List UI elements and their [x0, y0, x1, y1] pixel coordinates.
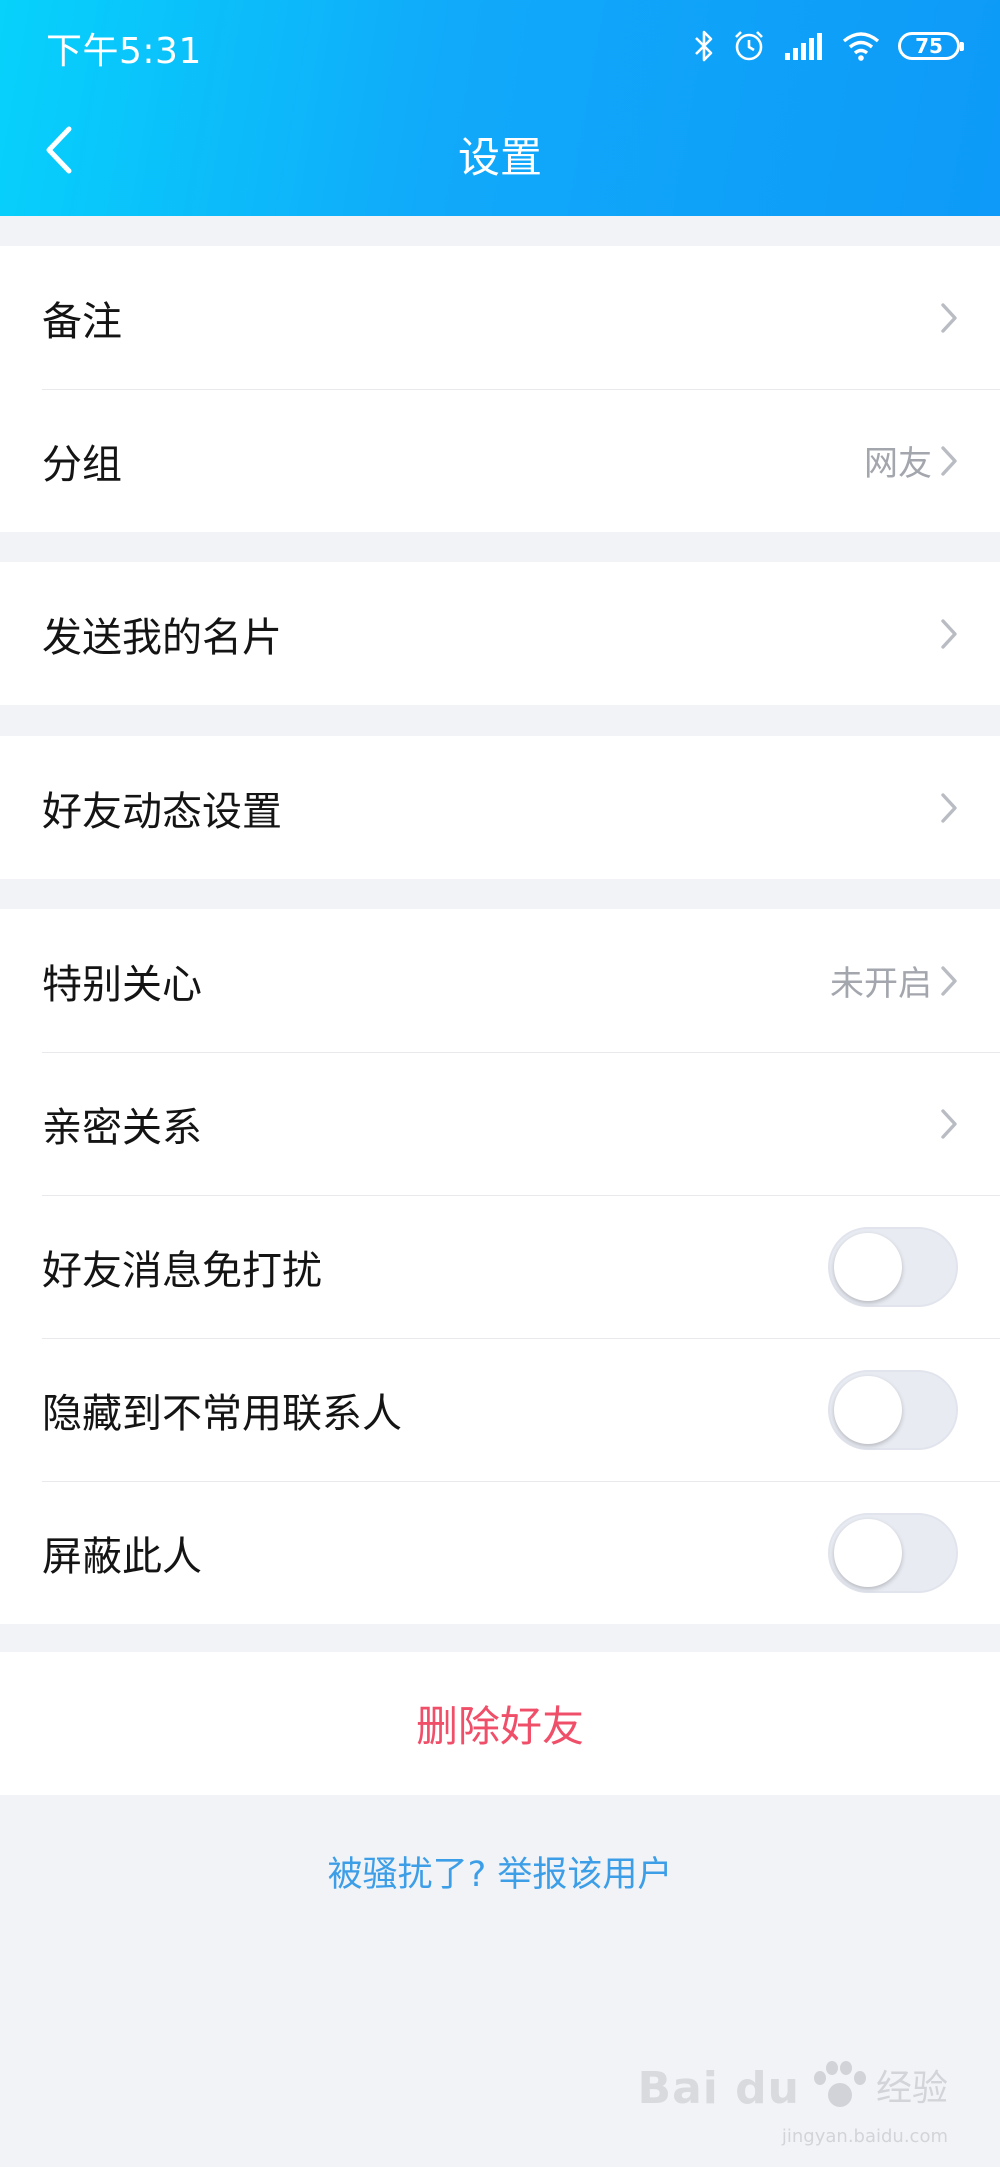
watermark-brand: Bai du — [637, 2063, 800, 2114]
row-label: 备注 — [42, 298, 122, 345]
row-label: 隐藏到不常用联系人 — [42, 1390, 402, 1437]
status-bar: 下午5:31 75 — [0, 0, 1000, 92]
row-label: 好友消息免打扰 — [42, 1247, 322, 1294]
bluetooth-icon — [694, 29, 714, 63]
signal-icon — [784, 31, 824, 61]
row-value: 未开启 — [830, 964, 932, 1004]
row-label: 特别关心 — [42, 961, 202, 1008]
hide-contact-row: 隐藏到不常用联系人 — [0, 1338, 1000, 1481]
paw-icon — [808, 2061, 868, 2117]
row-label: 发送我的名片 — [42, 614, 282, 661]
block-user-row: 屏蔽此人 — [0, 1481, 1000, 1624]
baidu-jingyan-watermark: Bai du 经验 jingyan.baidu.com — [637, 2061, 948, 2147]
settings-group-privacy: 特别关心 未开启 亲密关系 好友消息免打扰 隐藏到不常用联系人 屏蔽此人 — [0, 909, 1000, 1624]
delete-friend-button[interactable]: 删除好友 — [0, 1652, 1000, 1795]
wifi-icon — [842, 31, 880, 61]
watermark-url: jingyan.baidu.com — [781, 2126, 948, 2147]
delete-group: 删除好友 — [0, 1652, 1000, 1795]
chevron-right-icon — [940, 1108, 958, 1140]
group-row[interactable]: 分组 网友 — [0, 389, 1000, 532]
row-label: 屏蔽此人 — [42, 1533, 202, 1580]
send-card-row[interactable]: 发送我的名片 — [0, 562, 1000, 705]
report-user-link[interactable]: 被骚扰了? 举报该用户 — [0, 1846, 1000, 1897]
delete-friend-label: 删除好友 — [415, 1702, 584, 1751]
status-icons: 75 — [694, 26, 964, 66]
chevron-right-icon — [940, 302, 958, 334]
row-label: 分组 — [42, 441, 122, 488]
chevron-right-icon — [940, 618, 958, 650]
special-care-row[interactable]: 特别关心 未开启 — [0, 909, 1000, 1052]
friend-feed-settings-row[interactable]: 好友动态设置 — [0, 736, 1000, 879]
mute-messages-row: 好友消息免打扰 — [0, 1195, 1000, 1338]
status-time: 下午5:31 — [46, 31, 202, 72]
battery-level: 75 — [915, 34, 943, 58]
row-value: 网友 — [864, 444, 932, 484]
hide-contact-toggle[interactable] — [828, 1369, 958, 1450]
watermark-cn: 经验 — [875, 2068, 948, 2109]
toggle-knob — [834, 1232, 902, 1301]
page-title: 设置 — [457, 133, 542, 182]
settings-group-profile: 备注 分组 网友 — [0, 246, 1000, 532]
settings-group-card: 发送我的名片 — [0, 562, 1000, 705]
battery-icon: 75 — [898, 32, 964, 60]
chevron-right-icon — [940, 792, 958, 824]
remark-row[interactable]: 备注 — [0, 246, 1000, 389]
toggle-knob — [834, 1518, 902, 1587]
top-app-bar: 下午5:31 75 设置 — [0, 0, 1000, 216]
settings-group-feed: 好友动态设置 — [0, 736, 1000, 879]
alarm-icon — [732, 29, 766, 63]
chevron-right-icon — [940, 965, 958, 997]
row-label: 亲密关系 — [42, 1104, 202, 1151]
block-user-toggle[interactable] — [828, 1512, 958, 1593]
row-label: 好友动态设置 — [42, 788, 282, 835]
intimate-relation-row[interactable]: 亲密关系 — [0, 1052, 1000, 1195]
chevron-right-icon — [940, 445, 958, 477]
toggle-knob — [834, 1375, 902, 1444]
mute-messages-toggle[interactable] — [828, 1226, 958, 1307]
